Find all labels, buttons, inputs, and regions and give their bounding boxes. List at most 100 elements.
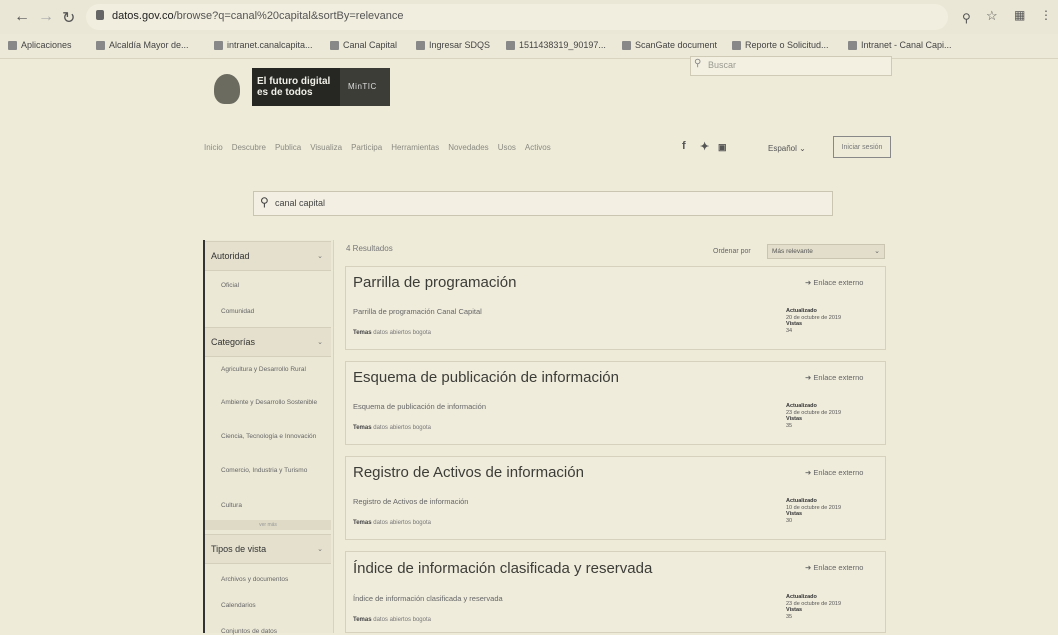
twitter-icon[interactable]: ✦ [700,140,709,153]
tags-label: Temas [353,617,372,623]
result-description: Índice de información clasificada y rese… [353,594,503,603]
external-link[interactable]: ➜ Enlace externo [805,468,863,477]
result-meta: Actualizado 23 de octubre de 2019 Vistas… [786,594,841,620]
filter-option[interactable]: Comunidad [221,308,321,315]
result-title[interactable]: Parrilla de programación [353,274,516,291]
facebook-icon[interactable]: f [682,140,686,152]
url-path: /browse?q=canal%20capital&sortBy=relevan… [173,10,404,22]
arrow-icon: ➜ [805,373,812,382]
bookmark-item[interactable]: Ingresar SDQS [416,40,490,50]
bookmark-label: Alcaldía Mayor de... [109,40,189,50]
youtube-icon[interactable]: ▣ [718,142,727,153]
forward-icon[interactable]: → [38,8,54,26]
bookmark-icon [96,40,105,50]
bookmark-item[interactable]: Aplicaciones [8,40,72,50]
nav-item-visualiza[interactable]: Visualiza [310,143,342,152]
bookmark-item[interactable]: Intranet - Canal Capi... [848,40,952,50]
views-label: Vistas [786,511,803,517]
nav-item-activos[interactable]: Activos [525,143,551,152]
menu-icon[interactable]: ⋮ [1040,8,1052,22]
results-count: 4 Resultados [346,244,393,253]
search-icon: ⚲ [260,195,269,209]
bookmark-item[interactable]: intranet.canalcapita... [214,40,313,50]
updated-date: 23 de octubre de 2019 [786,600,842,607]
result-description: Parrilla de programación Canal Capital [353,307,482,316]
external-link[interactable]: ➜ Enlace externo [805,563,863,572]
updated-label: Actualizado [786,594,817,600]
filter-option[interactable]: Comercio, Industria y Turismo [221,467,321,474]
arrow-icon: ➜ [805,563,812,572]
bookmark-label: Canal Capital [343,40,398,50]
tags-value[interactable]: datos abiertos bogota [373,330,431,336]
filter-option[interactable]: Ambiente y Desarrollo Sostenible [221,399,321,406]
bookmark-icon [214,40,223,50]
filter-autoridad-header[interactable]: Autoridad ⌄ [205,241,331,271]
star-icon[interactable]: ☆ [986,8,998,24]
result-title[interactable]: Índice de información clasificada y rese… [353,560,652,577]
external-link-label: Enlace externo [813,373,864,382]
filter-categorias-header[interactable]: Categorías ⌄ [205,327,331,357]
apps-icon [8,40,17,50]
bookmark-item[interactable]: ScanGate document [622,40,717,50]
external-link[interactable]: ➜ Enlace externo [805,278,863,287]
filter-option[interactable]: Archivos y documentos [221,576,321,583]
bookmark-item[interactable]: Alcaldía Mayor de... [96,40,189,50]
bookmark-label: Aplicaciones [21,40,72,50]
nav-item-usos[interactable]: Usos [498,143,516,152]
login-button[interactable]: Iniciar sesión [833,136,891,158]
bookmark-item[interactable]: Reporte o Solicitud... [732,40,829,50]
nav-item-publica[interactable]: Publica [275,143,301,152]
see-more-link[interactable]: ver más [205,520,331,530]
views-label: Vistas [786,607,803,613]
filter-tipos-header[interactable]: Tipos de vista ⌄ [205,534,331,564]
chevron-down-icon: ⌄ [799,144,806,153]
filter-header-label: Categorías [211,337,256,347]
result-title[interactable]: Registro de Activos de información [353,464,584,481]
filter-option[interactable]: Agricultura y Desarrollo Rural [221,366,321,373]
bookmark-label: Reporte o Solicitud... [745,40,829,50]
result-description: Registro de Activos de información [353,497,469,506]
tags-value[interactable]: datos abiertos bogota [373,425,431,431]
result-description: Esquema de publicación de información [353,402,486,411]
logo-text: El futuro digital es de todos [257,76,330,98]
updated-label: Actualizado [786,403,817,409]
tags-value[interactable]: datos abiertos bogota [373,617,431,623]
reload-icon[interactable]: ↻ [62,8,75,28]
back-icon[interactable]: ← [14,8,30,26]
external-link-label: Enlace externo [813,563,864,572]
url-text[interactable]: datos.gov.co/browse?q=canal%20capital&so… [112,10,403,22]
extension-icon[interactable]: ▦ [1014,8,1025,22]
views-label: Vistas [786,321,803,327]
filter-option[interactable]: Cultura [221,502,321,509]
result-title[interactable]: Esquema de publicación de información [353,369,619,386]
header-search-placeholder: Buscar [708,60,737,70]
nav-item-inicio[interactable]: Inicio [204,143,223,152]
coat-of-arms-icon[interactable] [214,74,240,104]
result-meta: Actualizado 10 de octubre de 2019 Vistas… [786,498,841,524]
filter-option[interactable]: Calendarios [221,602,321,609]
nav-item-herramientas[interactable]: Herramientas [391,143,439,152]
external-link[interactable]: ➜ Enlace externo [805,373,863,382]
nav-item-novedades[interactable]: Novedades [448,143,488,152]
nav-item-descubre[interactable]: Descubre [232,143,266,152]
filter-option[interactable]: Ciencia, Tecnología e Innovación [221,433,321,440]
filter-option[interactable]: Oficial [221,282,321,289]
bookmark-item[interactable]: Canal Capital [330,40,397,50]
filter-option[interactable]: Conjuntos de datos [221,628,321,635]
result-meta: Actualizado 20 de octubre de 2019 Vistas… [786,308,841,334]
result-tags: Temas datos abiertos bogota [353,617,431,623]
bookmark-label: 1511438319_90197... [519,40,606,50]
tags-value[interactable]: datos abiertos bogota [373,520,431,526]
external-link-label: Enlace externo [813,468,864,477]
sort-select[interactable]: Más relevante ⌄ [767,244,885,259]
updated-date: 20 de octubre de 2019 [786,314,842,321]
bookmark-item[interactable]: 1511438319_90197... [506,40,606,50]
arrow-icon: ➜ [805,468,812,477]
language-select[interactable]: Español ⌄ [768,144,806,153]
logo-line1: El futuro digital [257,76,331,87]
main-search-input[interactable] [253,191,833,216]
nav-item-participa[interactable]: Participa [351,143,382,152]
zoom-icon[interactable]: ⚲ [962,11,971,25]
sort-label: Ordenar por [713,248,751,255]
bookmark-icon [732,40,741,50]
